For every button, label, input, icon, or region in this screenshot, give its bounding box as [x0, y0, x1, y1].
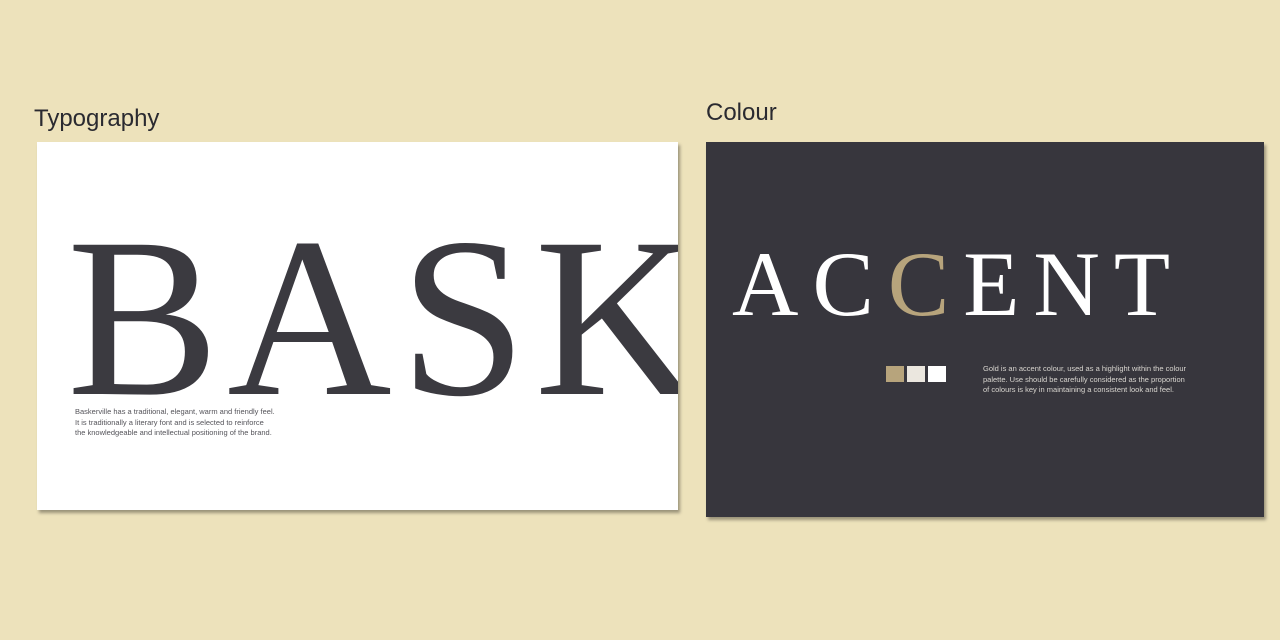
typography-heading: Typography [34, 105, 160, 132]
accent-word-end: ENT [963, 233, 1185, 335]
typography-description: Baskerville has a traditional, elegant, … [75, 407, 335, 439]
colour-heading: Colour [706, 99, 777, 126]
typography-card: BASK Baskerville has a traditional, eleg… [37, 142, 678, 510]
colour-card: ACCENT Gold is an accent colour, used as… [706, 142, 1264, 517]
colour-description-line: palette. Use should be carefully conside… [983, 374, 1185, 384]
gold-swatch [886, 366, 904, 382]
colour-sample-word: ACCENT [732, 238, 1184, 330]
colour-swatches [886, 366, 946, 382]
colour-description-line: of colours is key in maintaining a consi… [983, 385, 1174, 394]
white-swatch [928, 366, 946, 382]
colour-description-line: Gold is an accent colour, used as a high… [983, 364, 1187, 373]
colour-description: Gold is an accent colour, used as a high… [983, 364, 1233, 396]
cream-swatch [907, 366, 925, 382]
accent-word-start: AC [732, 233, 888, 335]
typography-description-line: It is traditionally a literary font and … [75, 417, 264, 427]
accent-gold-letter: C [887, 233, 964, 335]
typography-sample-word: BASK [67, 192, 678, 444]
typography-description-line: the knowledgeable and intellectual posit… [75, 428, 272, 437]
typography-description-line: Baskerville has a traditional, elegant, … [75, 407, 275, 416]
